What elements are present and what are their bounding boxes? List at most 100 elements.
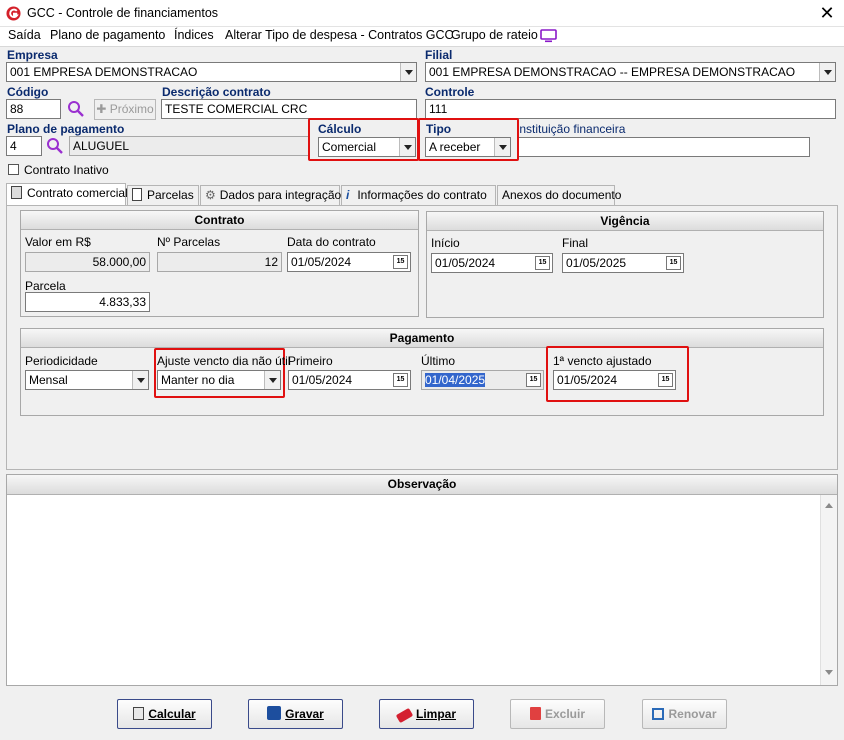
calcular-label: Calcular xyxy=(148,707,196,721)
calcular-button[interactable]: Calcular xyxy=(117,699,212,729)
contrato-inativo-label: Contrato Inativo xyxy=(24,163,109,177)
plano-desc-field: ALUGUEL xyxy=(69,136,309,156)
ajuste-select[interactable]: Manter no dia xyxy=(157,370,281,390)
chevron-down-icon[interactable] xyxy=(399,138,415,156)
limpar-button[interactable]: Limpar xyxy=(379,699,474,729)
data-contrato-label: Data do contrato xyxy=(287,235,376,249)
parcela-label: Parcela xyxy=(25,279,66,293)
primeiro-input[interactable]: 01/05/2024 15 xyxy=(288,370,411,390)
calendar-icon[interactable]: 15 xyxy=(526,373,541,387)
calculator-icon xyxy=(133,707,145,720)
final-input[interactable]: 01/05/2025 15 xyxy=(562,253,684,273)
observacao-scrollbar[interactable] xyxy=(820,495,837,685)
nparcelas-label: Nº Parcelas xyxy=(157,235,221,249)
descricao-input[interactable]: TESTE COMERCIAL CRC xyxy=(161,99,417,119)
controle-input[interactable]: 111 xyxy=(425,99,836,119)
calculo-value: Comercial xyxy=(322,140,377,154)
scroll-up-icon[interactable] xyxy=(825,503,833,508)
calendar-icon[interactable]: 15 xyxy=(658,373,673,387)
periodicidade-select[interactable]: Mensal xyxy=(25,370,149,390)
plus-icon: ✚ xyxy=(96,102,107,116)
tab-parcelas-label: Parcelas xyxy=(147,188,194,202)
tipo-select[interactable]: A receber xyxy=(425,137,511,157)
observacao-title: Observação xyxy=(7,475,837,495)
app-logo-icon xyxy=(6,6,21,21)
data-contrato-input[interactable]: 01/05/2024 15 xyxy=(287,252,411,272)
plano-label: Plano de pagamento xyxy=(7,122,125,136)
calendar-icon[interactable]: 15 xyxy=(393,255,408,269)
tab-contrato-comercial[interactable]: Contrato comercial xyxy=(6,183,128,206)
plano-code-input[interactable]: 4 xyxy=(6,136,42,156)
periodicidade-label: Periodicidade xyxy=(25,354,98,368)
empresa-select[interactable]: 001 EMPRESA DEMONSTRACAO xyxy=(6,62,417,82)
contrato-inativo-checkbox[interactable] xyxy=(8,164,19,175)
limpar-label: Limpar xyxy=(415,707,456,721)
info-icon: i xyxy=(346,188,350,202)
tipo-label: Tipo xyxy=(426,122,452,136)
tab-informacoes-contrato-label: Informações do contrato xyxy=(357,188,487,202)
ajuste-value: Manter no dia xyxy=(161,373,235,387)
gravar-label: Gravar xyxy=(285,707,324,721)
calendar-icon[interactable]: 15 xyxy=(393,373,408,387)
data-contrato-value: 01/05/2024 xyxy=(291,255,352,269)
chevron-down-icon[interactable] xyxy=(494,138,510,156)
parcela-input[interactable]: 4.833,33 xyxy=(25,292,150,312)
inicio-label: Início xyxy=(431,236,460,250)
menu-indices[interactable]: Índices xyxy=(174,28,214,42)
controle-label: Controle xyxy=(425,85,475,99)
renovar-label: Renovar xyxy=(668,707,717,721)
ultimo-input[interactable]: 01/04/2025 15 xyxy=(421,370,544,390)
inicio-value: 01/05/2024 xyxy=(435,256,496,270)
valor-label: Valor em R$ xyxy=(25,235,91,249)
search-icon[interactable] xyxy=(46,137,64,155)
save-icon xyxy=(267,706,282,720)
tab-dados-integracao-label: Dados para integração xyxy=(219,188,342,202)
filial-value: 001 EMPRESA DEMONSTRACAO -- EMPRESA DEMO… xyxy=(429,65,796,79)
calculo-label: Cálculo xyxy=(318,122,362,136)
ultimo-label: Último xyxy=(421,354,456,368)
calendar-icon[interactable]: 15 xyxy=(535,256,550,270)
trash-icon xyxy=(529,707,541,720)
tab-anexos-documento[interactable]: Anexos do documento xyxy=(497,185,621,206)
calendar-icon[interactable]: 15 xyxy=(666,256,681,270)
tab-parcelas[interactable]: Parcelas xyxy=(127,185,199,206)
tab-informacoes-contrato[interactable]: i Informações do contrato xyxy=(341,185,496,206)
chevron-down-icon[interactable] xyxy=(264,371,280,389)
ultimo-value: 01/04/2025 xyxy=(425,373,486,387)
tipo-value: A receber xyxy=(429,140,481,154)
menu-alterar-tipo-despesa[interactable]: Alterar Tipo de despesa - Contratos GCC xyxy=(225,28,454,42)
gravar-button[interactable]: Gravar xyxy=(248,699,343,729)
final-label: Final xyxy=(562,236,589,250)
primeiro-label: Primeiro xyxy=(288,354,333,368)
ajustado-input[interactable]: 01/05/2024 15 xyxy=(553,370,676,390)
proximo-button[interactable]: ✚ Próximo xyxy=(94,99,156,120)
search-icon[interactable] xyxy=(67,100,85,118)
calculo-select[interactable]: Comercial xyxy=(318,137,416,157)
tab-dados-integracao[interactable]: ⚙ Dados para integração xyxy=(200,185,342,206)
final-value: 01/05/2025 xyxy=(566,256,627,270)
inicio-input[interactable]: 01/05/2024 15 xyxy=(431,253,553,273)
excluir-label: Excluir xyxy=(544,707,586,721)
scroll-down-icon[interactable] xyxy=(825,670,833,675)
filial-select[interactable]: 001 EMPRESA DEMONSTRACAO -- EMPRESA DEMO… xyxy=(425,62,836,82)
copy-icon xyxy=(652,708,665,720)
menu-grupo-rateio[interactable]: Grupo de rateio xyxy=(451,28,538,42)
chevron-down-icon[interactable] xyxy=(819,63,835,81)
ajustado-value: 01/05/2024 xyxy=(557,373,618,387)
chevron-down-icon[interactable] xyxy=(132,371,148,389)
monitor-icon[interactable] xyxy=(540,29,557,43)
renovar-button[interactable]: Renovar xyxy=(642,699,727,729)
chevron-down-icon[interactable] xyxy=(400,63,416,81)
instituicao-label: Instituição financeira xyxy=(516,122,626,136)
excluir-button[interactable]: Excluir xyxy=(510,699,605,729)
primeiro-value: 01/05/2024 xyxy=(292,373,353,387)
close-button[interactable]: ✕ xyxy=(812,2,842,24)
ajustado-label: 1ª vencto ajustado xyxy=(553,354,652,368)
observacao-textarea[interactable] xyxy=(7,495,820,685)
vigencia-group-title: Vigência xyxy=(427,212,823,231)
instituicao-input[interactable] xyxy=(516,137,810,157)
nparcelas-field: 12 xyxy=(157,252,282,272)
menu-plano-pagamento[interactable]: Plano de pagamento xyxy=(50,28,165,42)
menu-saida[interactable]: Saída xyxy=(8,28,41,42)
codigo-input[interactable]: 88 xyxy=(6,99,61,119)
